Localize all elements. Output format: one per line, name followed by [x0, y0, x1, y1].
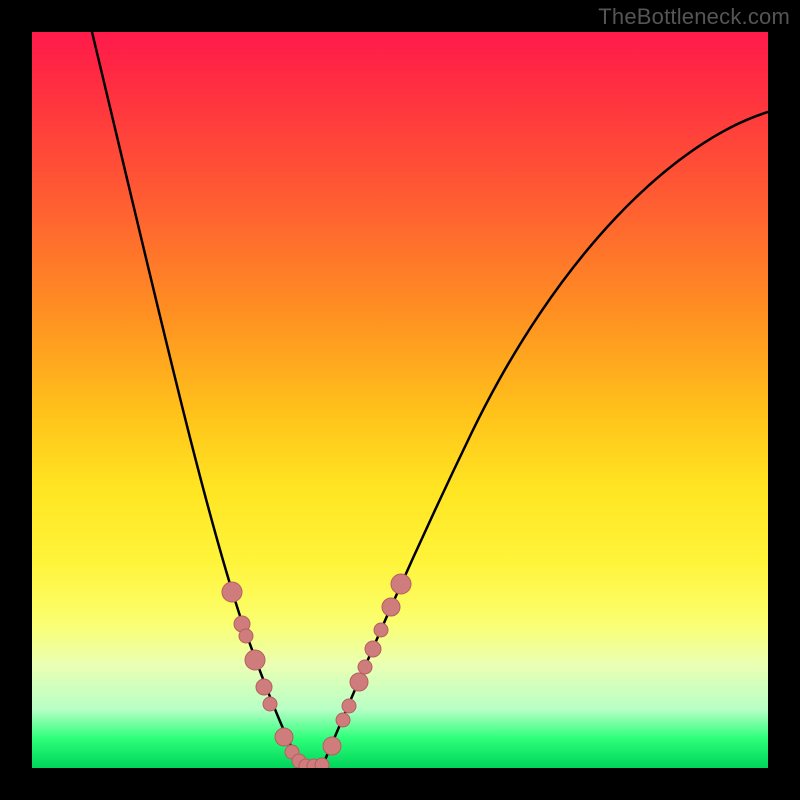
chart-marker [358, 660, 372, 674]
chart-marker [239, 629, 253, 643]
chart-marker [275, 728, 293, 746]
chart-marker [350, 673, 368, 691]
chart-markers [222, 574, 411, 768]
chart-marker [323, 737, 341, 755]
chart-marker [263, 697, 277, 711]
chart-marker [256, 679, 272, 695]
chart-marker [336, 713, 350, 727]
chart-marker [382, 598, 400, 616]
chart-marker [391, 574, 411, 594]
chart-plot-area [32, 32, 768, 768]
chart-marker [245, 650, 265, 670]
chart-marker [374, 623, 388, 637]
chart-marker [315, 758, 329, 768]
chart-frame: TheBottleneck.com [0, 0, 800, 800]
chart-marker [222, 582, 242, 602]
watermark-text: TheBottleneck.com [598, 4, 790, 30]
chart-marker [365, 641, 381, 657]
chart-curve [92, 32, 768, 767]
chart-svg [32, 32, 768, 768]
chart-marker [342, 699, 356, 713]
